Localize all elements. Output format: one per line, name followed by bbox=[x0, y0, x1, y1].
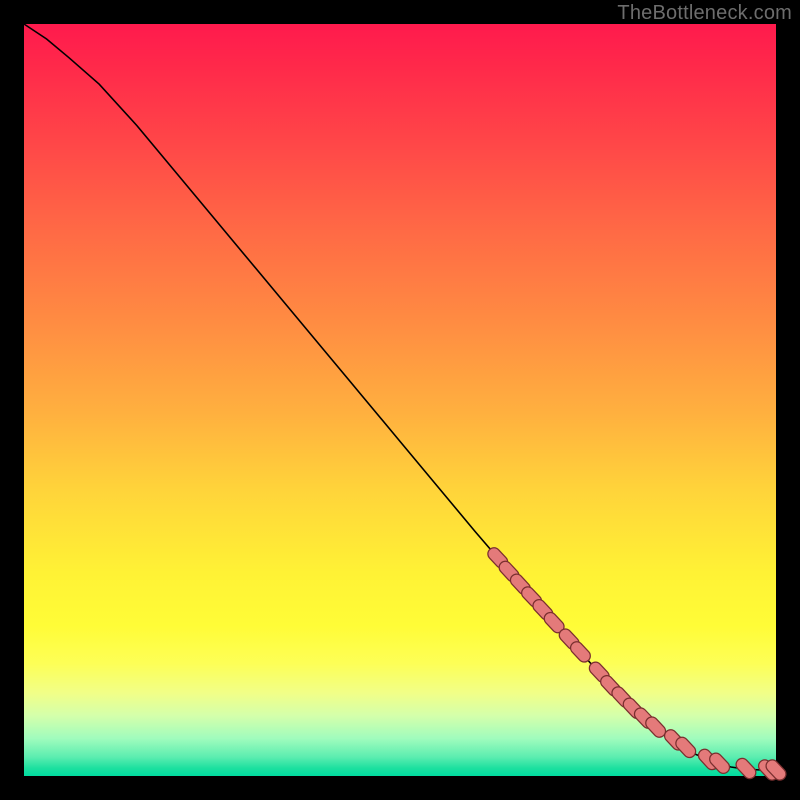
watermark-text: TheBottleneck.com bbox=[617, 2, 792, 25]
scatter-point bbox=[682, 743, 690, 751]
scatter-point bbox=[565, 635, 573, 643]
scatter-point bbox=[772, 766, 780, 774]
scatter-point bbox=[528, 593, 536, 601]
scatter-point bbox=[494, 554, 502, 562]
chart-frame: TheBottleneck.com bbox=[0, 0, 800, 800]
scatter-point bbox=[716, 759, 724, 767]
scatter-point bbox=[652, 723, 660, 731]
scatter-point bbox=[517, 580, 525, 588]
chart-svg bbox=[24, 24, 776, 776]
scatter-point bbox=[577, 648, 585, 656]
scatter-point bbox=[550, 619, 558, 627]
curve-line bbox=[24, 24, 776, 770]
scatter-point bbox=[742, 765, 750, 773]
scatter-point bbox=[596, 668, 604, 676]
plot-area bbox=[24, 24, 776, 776]
scatter-group bbox=[494, 554, 780, 774]
scatter-point bbox=[505, 567, 513, 575]
scatter-point bbox=[539, 606, 547, 614]
